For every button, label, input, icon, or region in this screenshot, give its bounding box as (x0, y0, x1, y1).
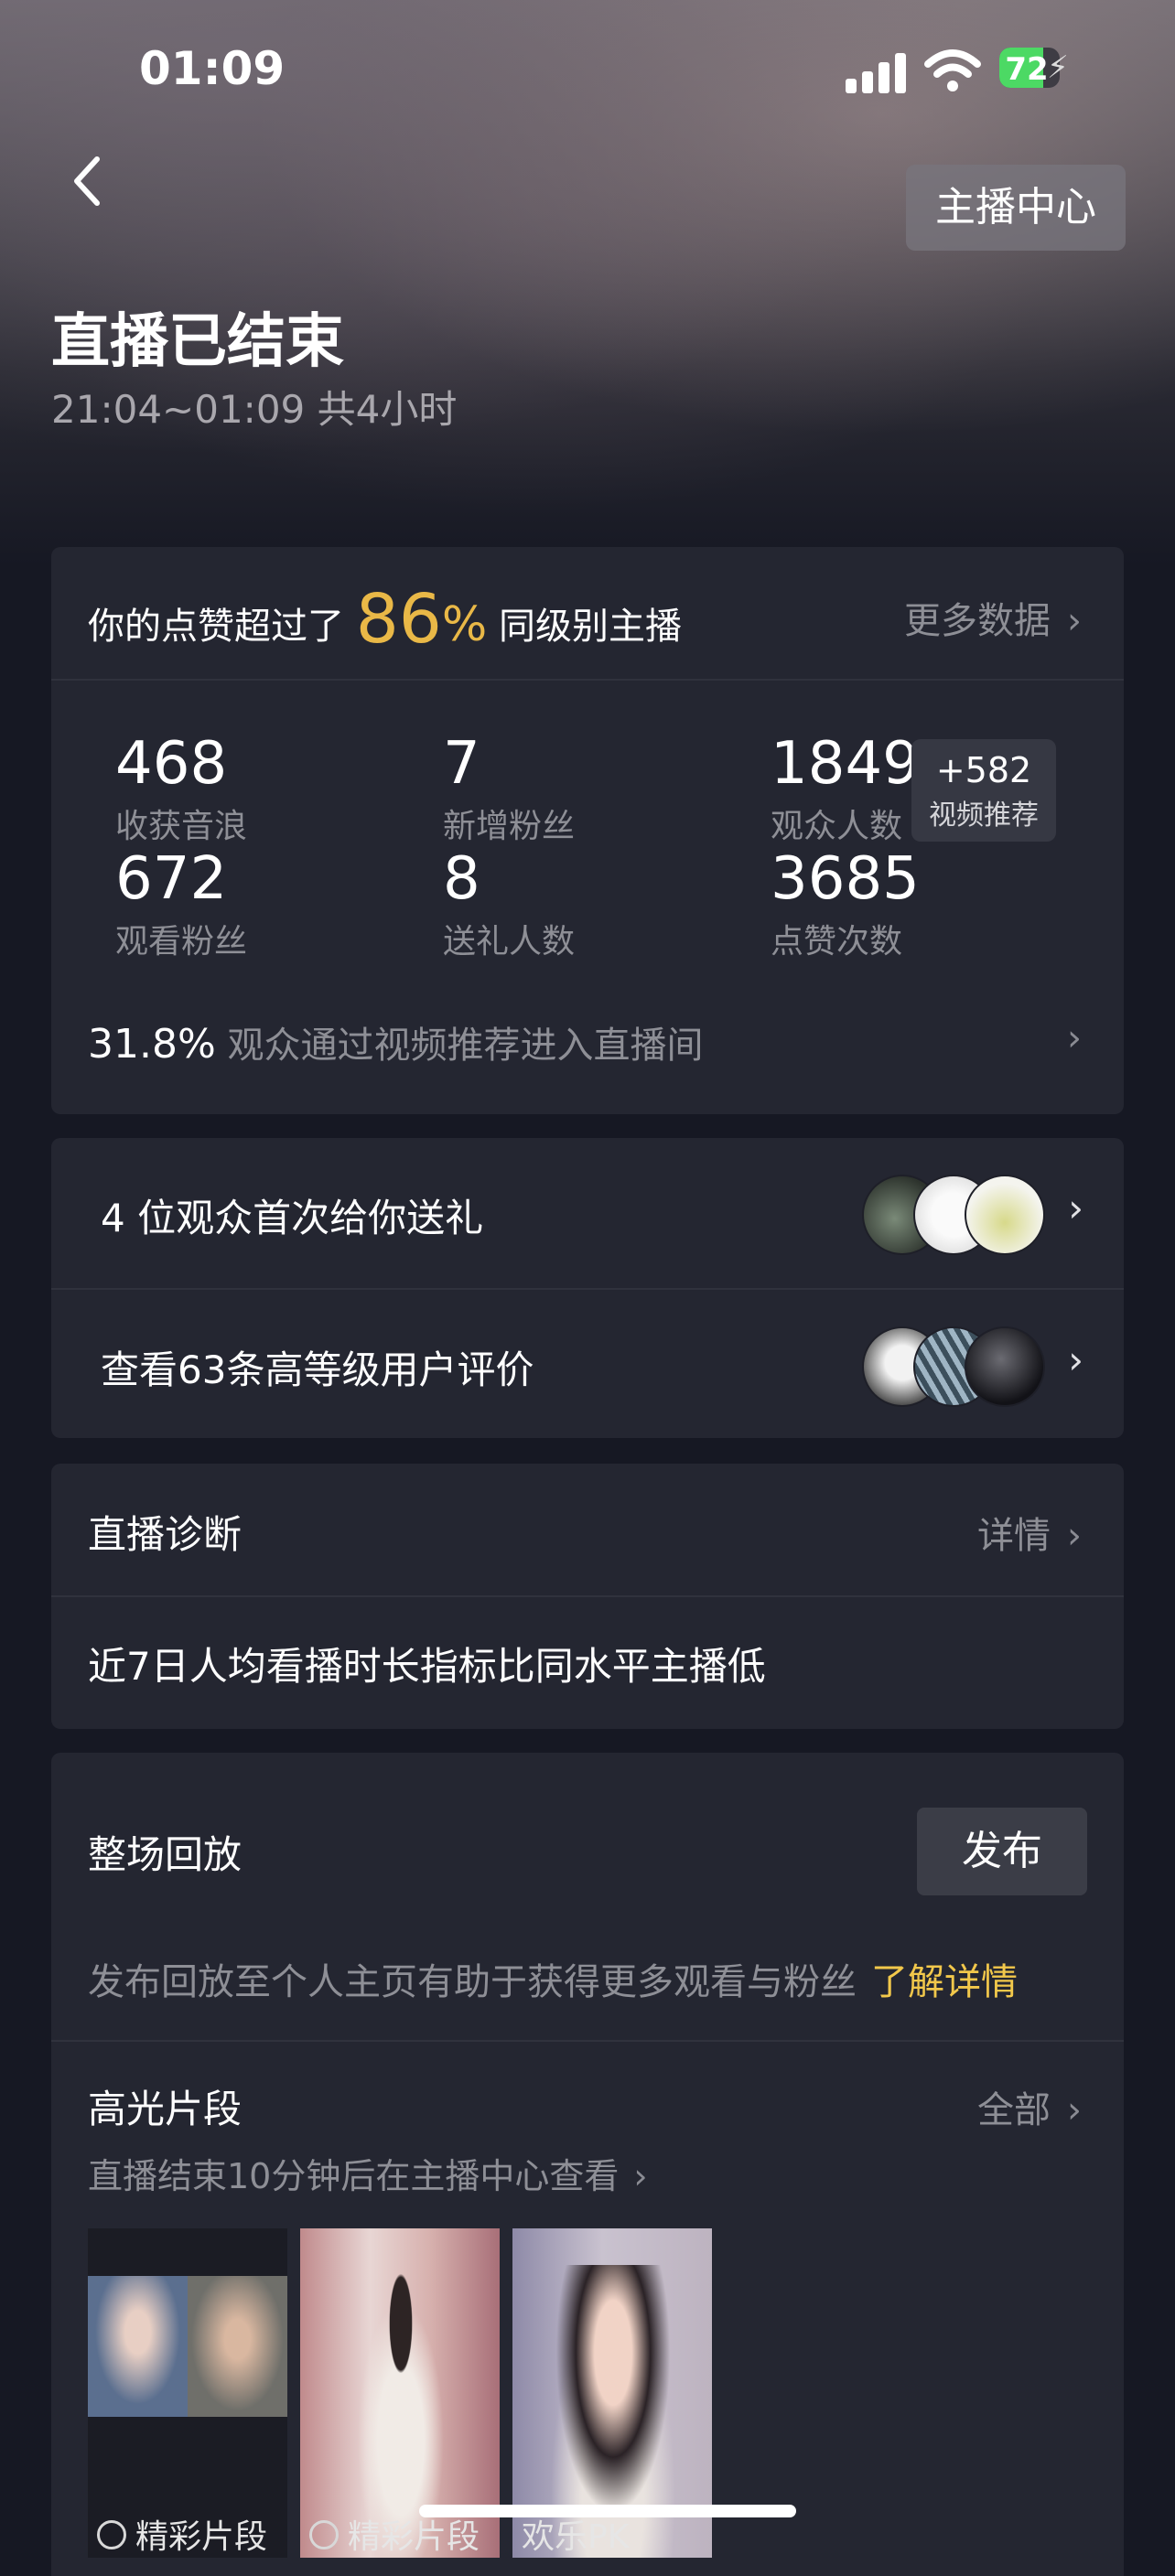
status-bar: 01:09 72 ⚡ (0, 37, 1175, 101)
diagnosis-title: 直播诊断 (88, 1512, 243, 1557)
summary-card: 你的点赞超过了 86% 同级别主播 更多数据 › 468 收获音浪 7 新增粉丝 … (51, 547, 1124, 1114)
highlights-all-label: 全部 (977, 2089, 1051, 2131)
reviews-row[interactable]: 查看63条高等级用户评价 › (51, 1290, 1124, 1440)
stat-label: 收获音浪 (115, 808, 248, 845)
stat-value: 672 (115, 845, 228, 913)
stat-label: 观众人数 (771, 808, 903, 845)
stat-value: 468 (115, 730, 228, 798)
recommend-entry-stat[interactable]: 31.8% 观众通过视频推荐进入直播间 (88, 1015, 704, 1068)
stat-likes: 3685 点赞次数 (771, 847, 920, 962)
back-icon[interactable] (66, 152, 112, 210)
clip-caption-text: 欢乐PK (522, 2518, 630, 2556)
cellular-signal-icon (846, 53, 910, 93)
viewers-card: 4 位观众首次给你送礼 › 查看63条高等级用户评价 › (51, 1138, 1124, 1438)
page-title: 直播已结束 (51, 308, 344, 376)
video-recommend-badge: +582 视频推荐 (911, 739, 1056, 842)
chevron-right-icon: › (1067, 1515, 1082, 1557)
more-data-link[interactable]: 更多数据 › (904, 591, 1082, 644)
chevron-right-icon: › (1067, 600, 1082, 642)
replay-hint-text: 发布回放至个人主页有助于获得更多观看与粉丝 (88, 1961, 857, 2003)
stat-label: 点赞次数 (771, 923, 903, 961)
highlights-note[interactable]: 直播结束10分钟后在主播中心查看 › (88, 2148, 648, 2198)
chevron-right-icon[interactable]: › (1067, 1017, 1082, 1059)
likes-comparison-prefix: 你的点赞超过了 (88, 606, 344, 648)
publish-button[interactable]: 发布 (917, 1808, 1087, 1895)
diagnosis-detail-link[interactable]: 详情 › (977, 1506, 1082, 1559)
gifter-avatars (862, 1175, 1045, 1255)
highlight-clip[interactable]: 精彩片段 (88, 2228, 287, 2558)
first-gift-text: 4 位观众首次给你送礼 (101, 1196, 484, 1240)
likes-percent: 86 (355, 580, 442, 659)
avatar (965, 1326, 1045, 1407)
reviews-text: 查看63条高等级用户评价 (101, 1347, 534, 1392)
diagnosis-card: 直播诊断 详情 › 近7日人均看播时长指标比同水平主播低 (51, 1464, 1124, 1729)
battery-icon: 72 ⚡ (999, 48, 1069, 90)
likes-percent-sign: % (441, 597, 488, 652)
stat-value: 1849 (771, 730, 920, 798)
stat-new-fans: 7 新增粉丝 (443, 732, 575, 847)
stat-value: 7 (443, 730, 480, 798)
likes-comparison-suffix: 同级别主播 (499, 606, 683, 648)
flame-icon (97, 2520, 126, 2549)
stat-label: 新增粉丝 (443, 808, 576, 845)
replay-title: 整场回放 (88, 1832, 243, 1877)
divider (51, 679, 1124, 681)
learn-more-link[interactable]: 了解详情 (871, 1961, 1018, 2003)
stat-gift-senders: 8 送礼人数 (443, 847, 575, 962)
chevron-right-icon: › (633, 2156, 648, 2196)
stat-viewers: 1849 观众人数 (771, 732, 920, 847)
battery-percent: 72 (1005, 51, 1049, 88)
video-recommend-label: 视频推荐 (929, 800, 1039, 832)
more-data-label: 更多数据 (904, 600, 1051, 642)
stat-value: 3685 (771, 845, 920, 913)
diagnosis-detail-label: 详情 (977, 1515, 1051, 1557)
chevron-right-icon: › (1068, 1186, 1083, 1230)
chevron-right-icon: › (1068, 1337, 1083, 1382)
clip-caption-text: 精彩片段 (135, 2518, 268, 2556)
clip-caption-text: 精彩片段 (348, 2518, 480, 2556)
clip-thumbnail (188, 2276, 287, 2417)
stat-value: 8 (443, 845, 480, 913)
replay-hint: 发布回放至个人主页有助于获得更多观看与粉丝 了解详情 (88, 1952, 1018, 2005)
chevron-right-icon: › (1067, 2089, 1082, 2131)
recommend-entry-text: 观众通过视频推荐进入直播间 (227, 1025, 704, 1067)
diagnosis-description: 近7日人均看播时长指标比同水平主播低 (88, 1644, 766, 1689)
stat-label: 送礼人数 (443, 923, 576, 961)
highlights-note-text: 直播结束10分钟后在主播中心查看 (88, 2156, 620, 2196)
clip-caption: 精彩片段 (97, 2510, 267, 2558)
first-gift-row[interactable]: 4 位观众首次给你送礼 › (51, 1138, 1124, 1288)
wifi-icon (924, 49, 981, 91)
reviewer-avatars (862, 1326, 1045, 1407)
divider (51, 2040, 1124, 2042)
highlights-title: 高光片段 (88, 2087, 243, 2131)
highlights-all-link[interactable]: 全部 › (977, 2080, 1082, 2133)
clip-thumbnail (88, 2276, 188, 2417)
stat-sound-waves: 468 收获音浪 (115, 732, 247, 847)
anchor-center-button[interactable]: 主播中心 (906, 165, 1126, 251)
replay-card: 整场回放 发布 发布回放至个人主页有助于获得更多观看与粉丝 了解详情 高光片段 全… (51, 1753, 1124, 2576)
stat-label: 观看粉丝 (115, 923, 248, 961)
avatar (965, 1175, 1045, 1255)
divider (51, 1595, 1124, 1597)
stat-watching-fans: 672 观看粉丝 (115, 847, 247, 962)
home-indicator[interactable] (419, 2505, 796, 2517)
status-time: 01:09 (139, 42, 286, 95)
likes-comparison: 你的点赞超过了 86% 同级别主播 (88, 580, 682, 659)
recommend-entry-percent: 31.8% (88, 1021, 216, 1068)
flame-icon (309, 2520, 339, 2549)
live-duration: 21:04~01:09 共4小时 (51, 387, 458, 432)
video-recommend-value: +582 (935, 750, 1032, 790)
